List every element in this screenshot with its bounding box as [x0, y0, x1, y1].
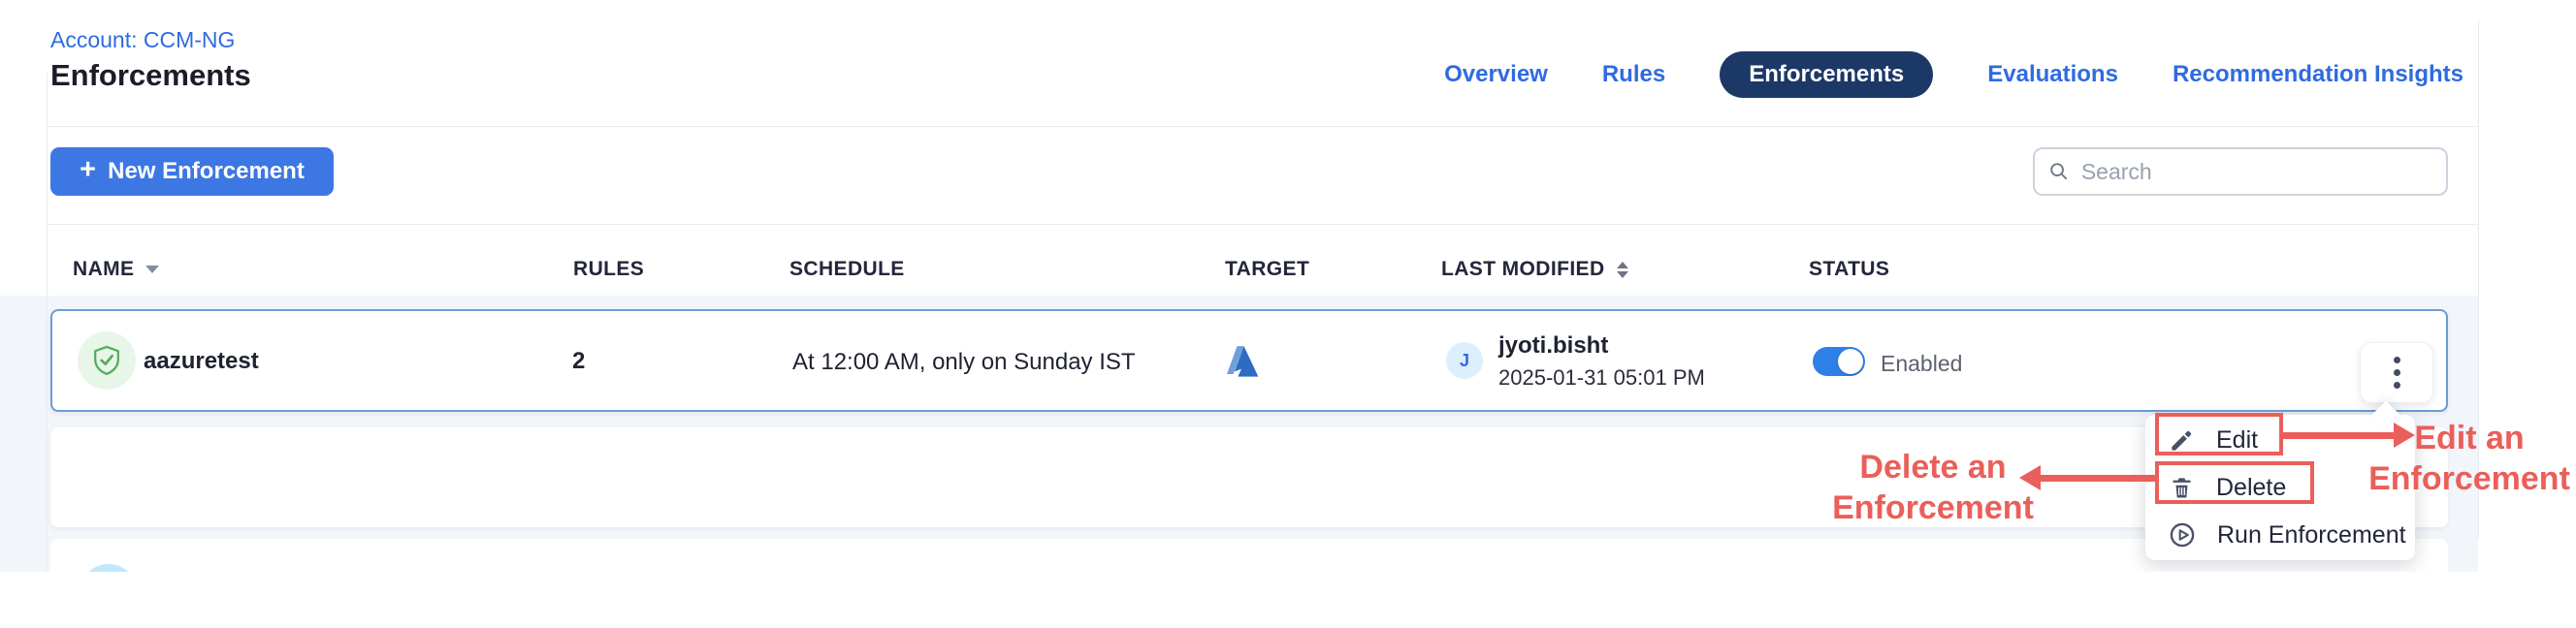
column-label-target: TARGET	[1225, 258, 1309, 281]
sort-both-icon	[1617, 262, 1628, 278]
column-label-status: STATUS	[1809, 258, 1889, 281]
search-icon	[2048, 160, 2070, 183]
edit-highlight-box	[2155, 413, 2283, 455]
search-field[interactable]	[2033, 147, 2448, 196]
delete-annotation-line2: Enforcement	[1823, 487, 2043, 528]
row-actions-button[interactable]	[2360, 342, 2433, 403]
shield-check-icon	[89, 343, 124, 378]
azure-icon	[1220, 341, 1261, 380]
column-label-name: NAME	[73, 258, 134, 281]
menu-label-run-enforcement: Run Enforcement	[2217, 521, 2406, 550]
column-header-status: STATUS	[1809, 258, 1889, 281]
menu-item-run-enforcement[interactable]: Run Enforcement	[2145, 513, 2415, 557]
column-label-schedule: SCHEDULE	[789, 258, 905, 281]
kebab-dot	[2394, 382, 2400, 389]
kebab-dot	[2394, 357, 2400, 363]
column-label-last-modified: LAST MODIFIED	[1441, 258, 1605, 281]
plus-icon: +	[80, 156, 96, 184]
column-header-schedule: SCHEDULE	[789, 258, 905, 281]
edit-annotation-label: Edit an Enforcement	[2363, 418, 2576, 499]
delete-annotation-label: Delete an Enforcement	[1823, 447, 2043, 528]
toggle-knob	[1838, 349, 1863, 374]
column-header-name[interactable]: NAME	[73, 258, 159, 281]
table-row[interactable]: aazuretest 2 At 12:00 AM, only on Sunday…	[50, 309, 2448, 412]
row-name: aazuretest	[144, 348, 259, 375]
column-header-target: TARGET	[1225, 258, 1309, 281]
sort-desc-icon	[145, 266, 159, 273]
enforcements-page: Account: CCM-NG Enforcements Overview Ru…	[0, 0, 2576, 628]
last-modified-cell: jyoti.bisht 2025-01-31 05:01 PM	[1498, 332, 1705, 391]
new-enforcement-button[interactable]: + New Enforcement	[50, 147, 334, 196]
edit-annotation-line2: Enforcement	[2363, 458, 2576, 499]
tab-recommendation-insights[interactable]: Recommendation Insights	[2173, 61, 2463, 88]
column-header-rules: RULES	[573, 258, 644, 281]
tab-enforcements[interactable]: Enforcements	[1720, 51, 1933, 98]
avatar: J	[1446, 342, 1483, 379]
panel-left-border	[47, 73, 48, 572]
play-circle-icon	[2169, 521, 2196, 549]
enforcement-type-badge	[78, 331, 136, 390]
kebab-dot	[2394, 369, 2400, 376]
tab-rules[interactable]: Rules	[1602, 61, 1665, 88]
delete-arrow	[2039, 475, 2155, 482]
status-toggle[interactable]	[1813, 347, 1865, 376]
column-header-last-modified[interactable]: LAST MODIFIED	[1441, 258, 1628, 281]
modified-by: jyoti.bisht	[1498, 332, 1705, 360]
tab-overview[interactable]: Overview	[1444, 61, 1548, 88]
new-enforcement-label: New Enforcement	[108, 158, 305, 185]
row-rules-count: 2	[572, 348, 585, 375]
status-label: Enabled	[1881, 351, 1962, 377]
tab-evaluations[interactable]: Evaluations	[1987, 61, 2118, 88]
page-title: Enforcements	[50, 58, 251, 93]
delete-highlight-box	[2155, 461, 2314, 504]
edit-annotation-line1: Edit an	[2363, 418, 2576, 458]
canvas-bottom-mask	[0, 572, 2576, 628]
modified-timestamp: 2025-01-31 05:01 PM	[1498, 365, 1705, 391]
search-input[interactable]	[2079, 158, 2432, 186]
header-divider	[47, 126, 2478, 127]
column-label-rules: RULES	[573, 258, 644, 281]
delete-annotation-line1: Delete an	[1823, 447, 2043, 487]
account-breadcrumb[interactable]: Account: CCM-NG	[50, 27, 235, 53]
toolbar-divider	[47, 224, 2478, 225]
row-schedule: At 12:00 AM, only on Sunday IST	[792, 349, 1136, 376]
top-nav-tabs: Overview Rules Enforcements Evaluations …	[1444, 52, 2463, 97]
